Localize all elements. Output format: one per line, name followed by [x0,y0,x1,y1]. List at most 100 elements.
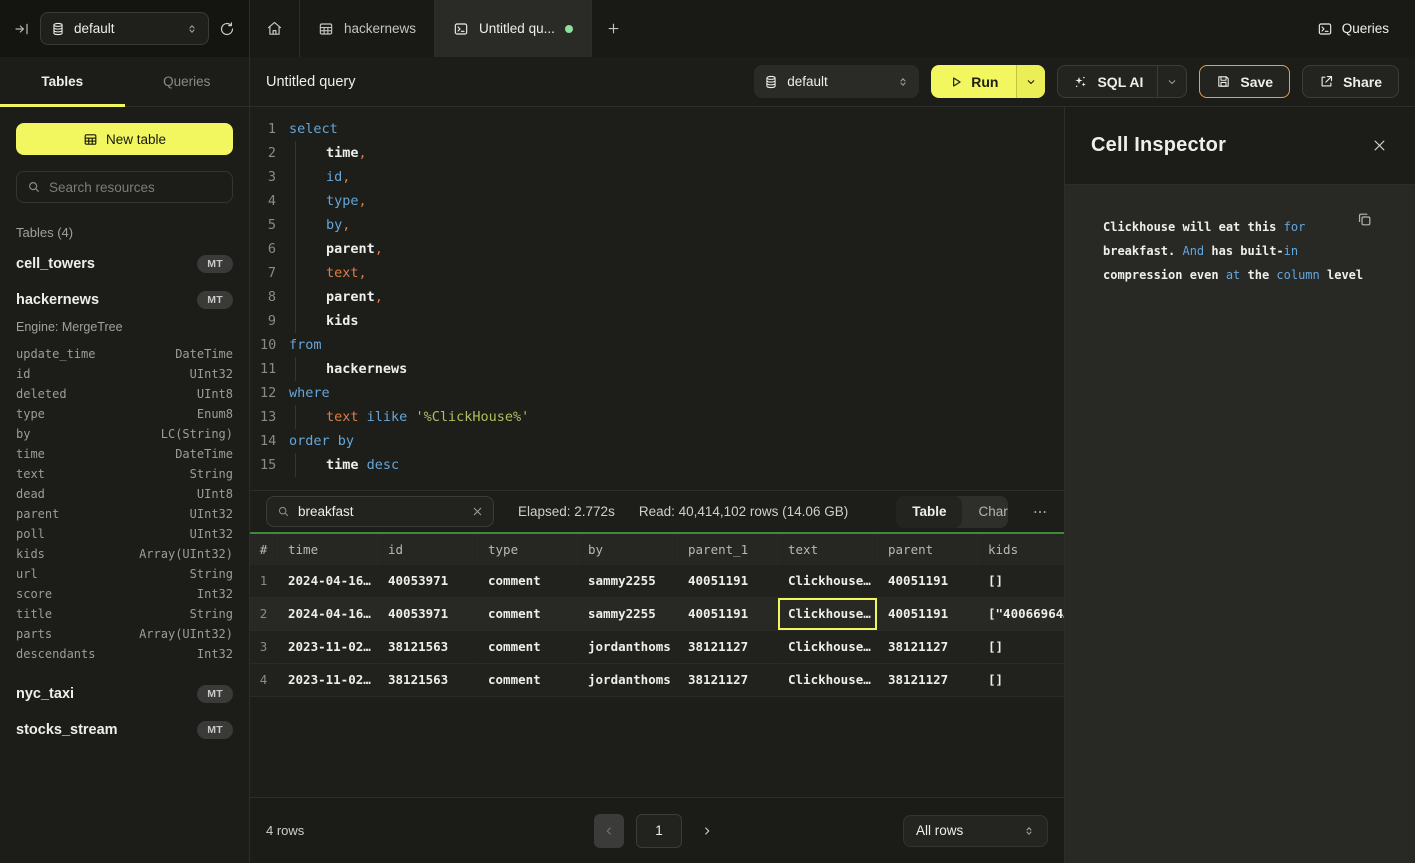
line-code: parent, [289,285,383,309]
grid-cell[interactable]: 3 [250,631,278,663]
grid-cell[interactable]: 38121127 [878,631,978,663]
prev-page-button[interactable] [594,814,624,848]
next-page-button[interactable] [694,814,720,848]
view-toggle-table[interactable]: Table [896,496,962,528]
copy-icon[interactable] [1356,211,1373,228]
page-size-select[interactable]: All rows [903,815,1048,847]
editor-line: 11hackernews [250,357,1064,381]
results-empty-space [250,697,1064,797]
results-search[interactable] [266,496,494,527]
grid-cell[interactable]: jordanthoms [578,664,678,696]
column-type: UInt8 [197,384,233,404]
sql-editor[interactable]: 1select2time,3id,4type,5by,6parent,7text… [250,107,1064,490]
save-label: Save [1240,74,1273,90]
tab-untitled-query[interactable]: Untitled qu... [435,0,592,57]
grid-cell[interactable]: Clickhouse… [778,565,878,597]
grid-cell[interactable]: 40051191 [878,565,978,597]
column-row: kidsArray(UInt32) [16,544,233,564]
grid-cell[interactable]: comment [478,631,578,663]
grid-cell[interactable]: sammy2255 [578,598,678,630]
grid-cell[interactable]: 2024-04-16… [278,565,378,597]
results-search-input[interactable] [298,504,464,519]
tab-hackernews[interactable]: hackernews [300,0,435,57]
sidebar-header: default [0,0,250,57]
grid-cell[interactable]: 40053971 [378,565,478,597]
grid-cell[interactable]: comment [478,664,578,696]
query-connection-select[interactable]: default [754,65,919,98]
clear-search-icon[interactable] [472,506,483,517]
sidebar-tab-queries[interactable]: Queries [125,57,250,106]
grid-header-cell[interactable]: type [478,534,578,565]
grid-header-cell[interactable]: parent_1 [678,534,778,565]
grid-cell[interactable]: 2023-11-02… [278,631,378,663]
grid-cell[interactable]: 40051191 [678,565,778,597]
share-button[interactable]: Share [1302,65,1399,98]
sql-ai-button[interactable]: SQL AI [1057,65,1187,98]
grid-header-cell[interactable]: id [378,534,478,565]
grid-cell[interactable]: comment [478,598,578,630]
grid-cell[interactable]: sammy2255 [578,565,678,597]
column-type: Enum8 [197,404,233,424]
grid-header-cell[interactable]: parent [878,534,978,565]
grid-cell[interactable]: 38121127 [878,664,978,696]
close-icon[interactable] [1372,138,1387,153]
connection-select[interactable]: default [40,12,209,45]
sidebar-table-row[interactable]: nyc_taxiMT [16,676,233,712]
view-toggle-chart[interactable]: Chart [962,496,1008,528]
line-code: select [289,117,338,141]
tab-home[interactable] [250,0,300,57]
selected-cell[interactable]: Clickhouse… [778,598,878,630]
grid-cell[interactable]: [] [978,631,1064,663]
sql-token [359,405,367,429]
grid-cell[interactable]: 38121127 [678,631,778,663]
grid-cell[interactable]: 38121563 [378,664,478,696]
grid-cell[interactable]: 40051191 [678,598,778,630]
grid-cell[interactable]: 38121563 [378,631,478,663]
grid-cell[interactable]: comment [478,565,578,597]
sidebar-tab-tables[interactable]: Tables [0,57,125,106]
new-tab-button[interactable] [592,0,635,57]
line-code: order by [289,429,354,453]
grid-cell[interactable]: [] [978,664,1064,696]
grid-header-cell[interactable]: # [250,534,278,565]
queries-button[interactable]: Queries [1317,0,1389,57]
save-button[interactable]: Save [1199,65,1290,98]
grid-cell[interactable]: 2024-04-16… [278,598,378,630]
grid-header-cell[interactable]: by [578,534,678,565]
editor-line: 15time desc [250,453,1064,477]
collapse-sidebar-icon[interactable] [14,21,30,37]
line-code: by, [289,213,350,237]
grid-cell[interactable]: 40053971 [378,598,478,630]
grid-cell[interactable]: 4 [250,664,278,696]
refresh-icon[interactable] [219,21,235,37]
indent-guide [295,189,326,213]
line-code: time desc [289,453,399,477]
sidebar-table-row[interactable]: hackernewsMT [16,282,233,318]
new-table-button[interactable]: New table [16,123,233,155]
grid-header-cell[interactable]: text [778,534,878,565]
grid-cell[interactable]: Clickhouse… [778,631,878,663]
console-icon [1317,21,1333,37]
sql-token: , [359,261,367,285]
run-options-button[interactable] [1016,65,1045,98]
run-button[interactable]: Run [931,65,1045,98]
grid-cell[interactable]: 38121127 [678,664,778,696]
grid-cell[interactable]: [] [978,565,1064,597]
page-number-input[interactable] [636,814,682,848]
resource-search[interactable] [16,171,233,203]
grid-cell[interactable]: ["40066964… [978,598,1064,630]
sql-ai-options-button[interactable] [1157,66,1186,97]
sidebar-table-row[interactable]: cell_towersMT [16,246,233,282]
resource-search-input[interactable] [49,180,222,195]
grid-cell[interactable]: 40051191 [878,598,978,630]
grid-cell[interactable]: 1 [250,565,278,597]
grid-cell[interactable]: Clickhouse… [778,664,878,696]
more-options-icon[interactable] [1032,504,1048,520]
grid-header-cell[interactable]: time [278,534,378,565]
grid-cell[interactable]: 2023-11-02… [278,664,378,696]
search-icon [27,180,41,194]
grid-cell[interactable]: 2 [250,598,278,630]
grid-cell[interactable]: jordanthoms [578,631,678,663]
grid-header-cell[interactable]: kids [978,534,1064,565]
sidebar-table-row[interactable]: stocks_streamMT [16,712,233,748]
